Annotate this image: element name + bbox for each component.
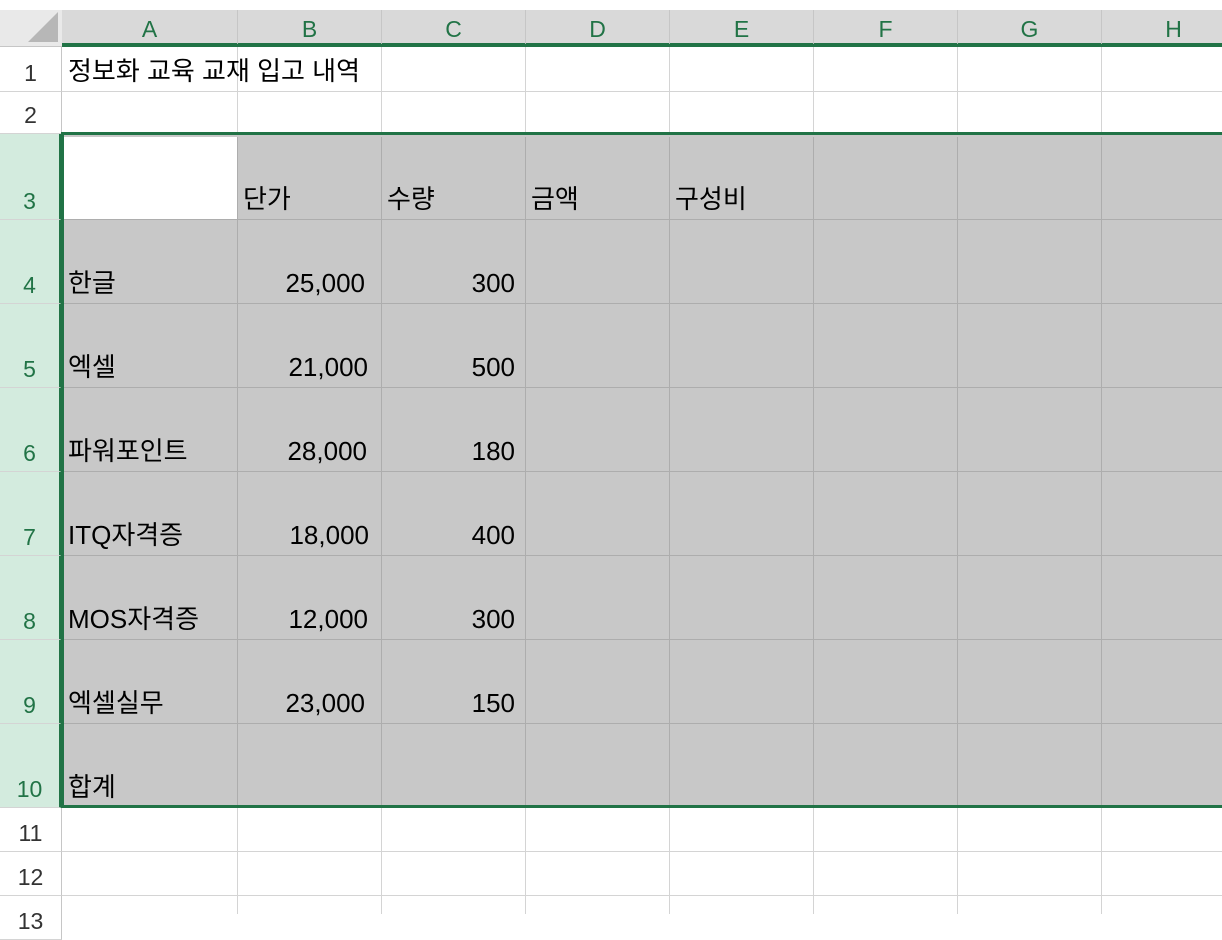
row-header-13[interactable]: 13 <box>0 896 62 940</box>
row-header-5[interactable]: 5 <box>0 304 62 388</box>
cell-b4[interactable]: 25,000 <box>243 267 365 299</box>
row-header-4[interactable]: 4 <box>0 220 62 304</box>
cell-c6[interactable]: 180 <box>387 435 515 467</box>
gridline <box>669 808 670 914</box>
gridline <box>62 851 1222 852</box>
gridline <box>64 471 1222 472</box>
gridline <box>669 137 670 807</box>
gridline <box>381 137 382 807</box>
gridline <box>813 808 814 914</box>
select-all-triangle-icon <box>28 12 58 42</box>
gridline <box>64 723 1222 724</box>
row-header-6[interactable]: 6 <box>0 388 62 472</box>
cell-b3-header[interactable]: 단가 <box>243 183 291 215</box>
gridline <box>62 91 1222 92</box>
row-header-1[interactable]: 1 <box>0 47 62 92</box>
cell-a1-title[interactable]: 정보화 교육 교재 입고 내역 <box>68 55 360 87</box>
cell-a9[interactable]: 엑셀실무 <box>68 687 164 719</box>
column-header-g[interactable]: G <box>958 10 1102 46</box>
cell-b7[interactable]: 18,000 <box>243 519 369 551</box>
row-header-2[interactable]: 2 <box>0 92 62 134</box>
cell-b8[interactable]: 12,000 <box>243 603 368 635</box>
cell-a7[interactable]: ITQ자격증 <box>68 519 183 551</box>
gridline <box>1101 137 1102 807</box>
cell-a5[interactable]: 엑셀 <box>68 351 116 383</box>
gridline <box>64 555 1222 556</box>
column-header-e[interactable]: E <box>670 10 814 46</box>
cell-c7[interactable]: 400 <box>387 519 515 551</box>
gridline <box>957 808 958 914</box>
gridline <box>64 639 1222 640</box>
gridline <box>381 808 382 914</box>
gridline <box>62 895 1222 896</box>
column-selection-indicator <box>62 44 1222 47</box>
row-header-12[interactable]: 12 <box>0 852 62 896</box>
cell-a6[interactable]: 파워포인트 <box>68 435 188 467</box>
row-header-8[interactable]: 8 <box>0 556 62 640</box>
column-header-d[interactable]: D <box>526 10 670 46</box>
gridline <box>64 303 1222 304</box>
gridline <box>1101 808 1102 914</box>
cell-b6[interactable]: 28,000 <box>243 435 367 467</box>
cell-c3-header[interactable]: 수량 <box>387 183 435 215</box>
cell-a3[interactable] <box>64 137 237 219</box>
row-header-10[interactable]: 10 <box>0 724 62 808</box>
gridline <box>525 808 526 914</box>
column-header-a[interactable]: A <box>62 10 238 46</box>
cell-a10[interactable]: 합계 <box>68 771 116 803</box>
cell-c4[interactable]: 300 <box>387 267 515 299</box>
cell-c8[interactable]: 300 <box>387 603 515 635</box>
row-header-11[interactable]: 11 <box>0 808 62 852</box>
cell-b9[interactable]: 23,000 <box>243 687 365 719</box>
gridline <box>237 808 238 914</box>
row-header-3[interactable]: 3 <box>0 134 62 220</box>
gridline <box>237 137 238 807</box>
column-header-f[interactable]: F <box>814 10 958 46</box>
column-header-c[interactable]: C <box>382 10 526 46</box>
row-header-7[interactable]: 7 <box>0 472 62 556</box>
cell-e3-header[interactable]: 구성비 <box>675 183 747 215</box>
gridline <box>525 137 526 807</box>
row-header-9[interactable]: 9 <box>0 640 62 724</box>
cell-c9[interactable]: 150 <box>387 687 515 719</box>
spreadsheet-grid: A B C D E F G H 1 2 3 4 5 6 7 8 9 10 11 … <box>0 0 1222 940</box>
cell-a8[interactable]: MOS자격증 <box>68 603 199 635</box>
gridline <box>64 219 237 220</box>
cell-d3-header[interactable]: 금액 <box>531 183 579 215</box>
gridline <box>957 137 958 807</box>
gridline <box>813 137 814 807</box>
cell-a4[interactable]: 한글 <box>68 267 116 299</box>
column-header-h[interactable]: H <box>1102 10 1222 46</box>
gridline <box>237 219 1222 220</box>
select-all-corner[interactable] <box>0 10 63 47</box>
gridline <box>64 387 1222 388</box>
column-header-b[interactable]: B <box>238 10 382 46</box>
cell-b5[interactable]: 21,000 <box>243 351 368 383</box>
cell-c5[interactable]: 500 <box>387 351 515 383</box>
